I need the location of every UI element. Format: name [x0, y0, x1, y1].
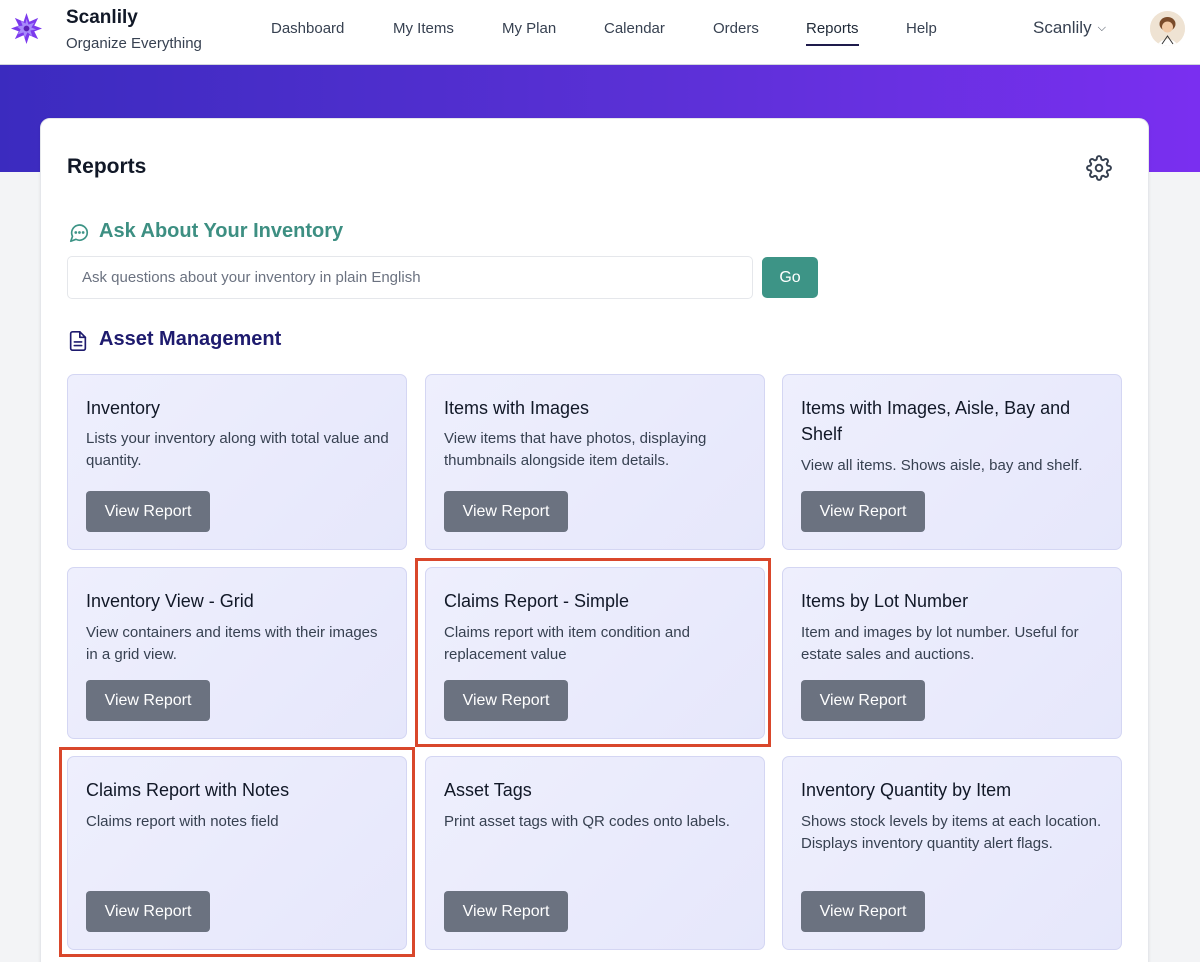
highlight-box-claims-simple	[415, 558, 771, 747]
nav-item-reports[interactable]: Reports	[806, 20, 859, 46]
gear-icon[interactable]	[1086, 155, 1112, 181]
report-card-items-with-images: Items with Images View items that have p…	[425, 374, 765, 550]
view-report-button[interactable]: View Report	[86, 680, 210, 721]
report-card-items-aisle-bay-shelf: Items with Images, Aisle, Bay and Shelf …	[782, 374, 1122, 550]
nav-item-dashboard[interactable]: Dashboard	[271, 20, 344, 46]
report-card-description: View items that have photos, displaying …	[444, 430, 707, 469]
page-title: Reports	[67, 155, 147, 178]
report-card-description: Item and images by lot number. Useful fo…	[801, 624, 1079, 663]
nav-item-orders[interactable]: Orders	[713, 20, 759, 46]
brand-tagline: Organize Everything	[66, 35, 202, 52]
report-card-title: Inventory Quantity by Item	[801, 780, 1012, 800]
highlight-box-claims-notes	[59, 747, 415, 957]
view-report-button[interactable]: View Report	[801, 491, 925, 532]
report-card-quantity-by-item: Inventory Quantity by Item Shows stock l…	[782, 756, 1122, 950]
view-report-button[interactable]: View Report	[444, 491, 568, 532]
view-report-button[interactable]: View Report	[801, 891, 925, 932]
nav-item-calendar[interactable]: Calendar	[604, 20, 665, 46]
account-label: Scanlily	[1033, 18, 1092, 37]
report-card-items-by-lot: Items by Lot Number Item and images by l…	[782, 567, 1122, 739]
chevron-down-icon: ⌵	[1097, 22, 1106, 34]
report-card-inventory-grid: Inventory View - Grid View containers an…	[67, 567, 407, 739]
ask-section-title: Ask About Your Inventory	[99, 220, 344, 242]
go-button[interactable]: Go	[762, 257, 818, 298]
view-report-button[interactable]: View Report	[86, 491, 210, 532]
report-card-description: Lists your inventory along with total va…	[86, 430, 389, 469]
account-menu[interactable]: Scanlily ⌵	[1033, 18, 1106, 38]
asset-management-title: Asset Management	[99, 328, 282, 350]
report-card-description: Shows stock levels by items at each loca…	[801, 813, 1102, 852]
brand-name[interactable]: Scanlily	[66, 7, 138, 29]
nav-item-help[interactable]: Help	[906, 20, 937, 46]
report-card-title: Inventory View - Grid	[86, 591, 254, 611]
report-card-description: View containers and items with their ima…	[86, 624, 378, 663]
report-card-title: Inventory	[86, 398, 161, 418]
report-card-title: Items with Images, Aisle, Bay and Shelf	[801, 398, 1071, 444]
nav-item-my-plan[interactable]: My Plan	[502, 20, 556, 46]
avatar[interactable]	[1150, 11, 1185, 46]
report-card-title: Items by Lot Number	[801, 591, 969, 611]
report-card-description: Print asset tags with QR codes onto labe…	[444, 813, 730, 830]
brand-logo-icon[interactable]	[10, 12, 43, 45]
avatar-portrait-icon	[1150, 11, 1185, 46]
chat-bubble-icon	[69, 224, 89, 243]
report-card-asset-tags: Asset Tags Print asset tags with QR code…	[425, 756, 765, 950]
view-report-button[interactable]: View Report	[801, 680, 925, 721]
document-icon	[69, 331, 87, 351]
view-report-button[interactable]: View Report	[444, 891, 568, 932]
report-card-inventory: Inventory Lists your inventory along wit…	[67, 374, 407, 550]
report-card-description: View all items. Shows aisle, bay and she…	[801, 457, 1083, 474]
nav-item-my-items[interactable]: My Items	[393, 20, 454, 46]
report-card-title: Asset Tags	[444, 780, 532, 800]
ask-inventory-input[interactable]	[67, 256, 753, 299]
top-navbar: Scanlily Organize Everything Dashboard M…	[0, 0, 1200, 65]
report-card-title: Items with Images	[444, 398, 590, 418]
